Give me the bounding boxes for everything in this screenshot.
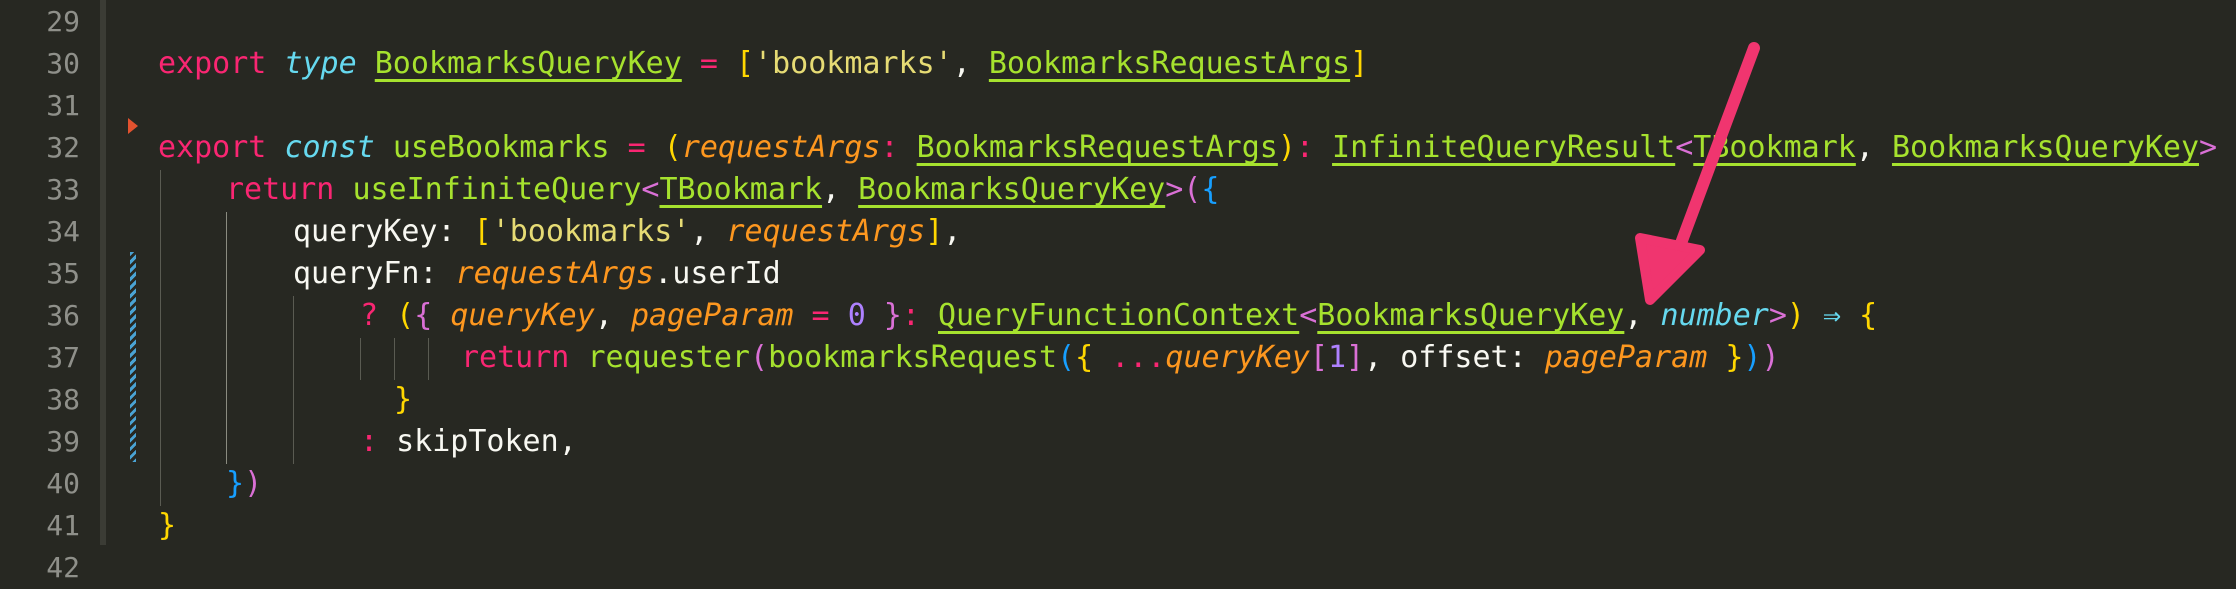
annotation-arrow-shaft bbox=[1668, 42, 1760, 268]
annotation-arrow-icon bbox=[1635, 42, 1760, 305]
code-editor[interactable]: 29 30 31 32 33 34 35 36 37 38 39 40 41 4… bbox=[0, 0, 2236, 584]
annotation-arrow-head bbox=[1635, 233, 1705, 305]
